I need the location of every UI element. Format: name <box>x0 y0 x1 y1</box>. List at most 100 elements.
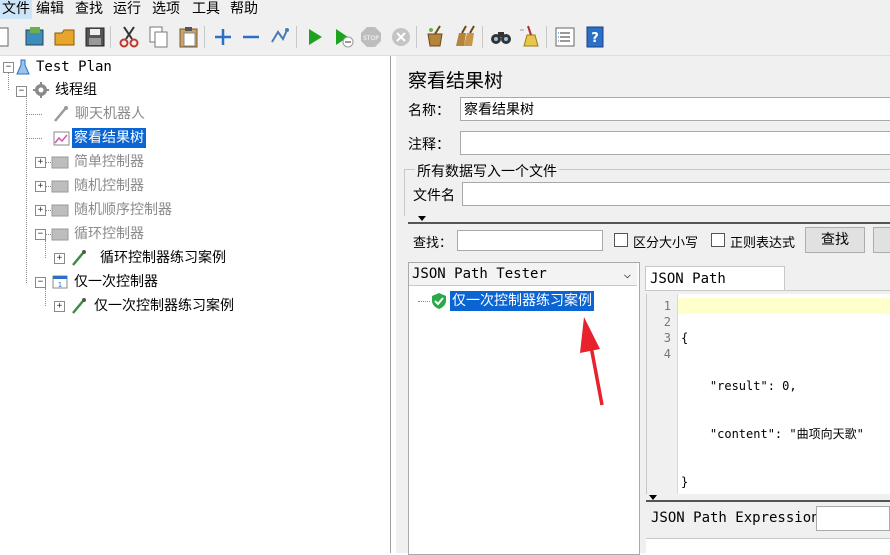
tree-node-view-results-tree[interactable]: 察看结果树 <box>72 128 146 148</box>
tab-json-path-tester[interactable]: JSON Path Tester <box>645 266 785 311</box>
sampler-pipette-icon <box>70 249 88 267</box>
menu-help[interactable]: 帮助 <box>228 0 260 19</box>
save-icon[interactable] <box>82 24 108 50</box>
name-field[interactable]: 察看结果树 <box>460 97 890 121</box>
menu-options[interactable]: 选项 <box>150 0 182 19</box>
menu-bar: 文件 编辑 查找 运行 选项 工具 帮助 <box>0 0 890 19</box>
regex-checkbox[interactable] <box>711 233 725 247</box>
filename-field[interactable] <box>462 182 890 206</box>
expand-toggle[interactable]: + <box>35 181 46 192</box>
menu-file[interactable]: 文件 <box>0 0 32 19</box>
annotation-arrow <box>580 317 604 406</box>
expand-toggle[interactable]: + <box>54 253 65 264</box>
chevron-down-icon: ⌵ <box>623 267 631 281</box>
controller-icon <box>51 225 69 243</box>
reset-button[interactable] <box>873 227 890 253</box>
test-plan-icon <box>14 58 32 76</box>
vertical-splitter[interactable] <box>640 262 644 553</box>
comment-field[interactable] <box>460 131 890 155</box>
expression-input[interactable] <box>816 506 890 531</box>
result-output-area <box>646 538 890 554</box>
search-label: 查找： <box>413 236 453 251</box>
collapse-toggle[interactable]: − <box>35 229 46 240</box>
svg-text:1: 1 <box>58 281 62 289</box>
line-number: 2 <box>663 315 671 329</box>
clear-all-icon[interactable] <box>452 24 478 50</box>
split-divider[interactable] <box>408 222 890 224</box>
sampler-pipette-icon <box>52 105 70 123</box>
expand-toggle[interactable]: + <box>35 157 46 168</box>
inner-split-divider[interactable] <box>646 500 890 502</box>
svg-text:STOP: STOP <box>363 35 379 42</box>
tree-node-loop-controller[interactable]: 循环控制器 <box>72 224 146 244</box>
help-icon[interactable]: ? <box>582 24 608 50</box>
controller-icon <box>51 201 69 219</box>
copy-icon[interactable] <box>146 24 172 50</box>
paste-icon[interactable] <box>176 24 202 50</box>
menu-edit[interactable]: 编辑 <box>34 0 66 19</box>
start-no-pauses-icon[interactable] <box>330 24 356 50</box>
controller-icon <box>51 153 69 171</box>
collapse-icon[interactable] <box>238 24 264 50</box>
toggle-icon[interactable] <box>266 24 292 50</box>
tree-node-random-order-controller[interactable]: 随机顺序控制器 <box>72 200 174 220</box>
menu-search[interactable]: 查找 <box>73 0 105 19</box>
code-line: { <box>681 331 689 345</box>
tree-node-once-controller[interactable]: 仅一次控制器 <box>72 272 160 292</box>
menu-tools[interactable]: 工具 <box>190 0 222 19</box>
sampler-pipette-icon <box>70 297 88 315</box>
expand-toggle[interactable]: + <box>35 205 46 216</box>
search-icon[interactable] <box>488 24 514 50</box>
menu-run[interactable]: 运行 <box>111 0 143 19</box>
expand-toggle[interactable]: + <box>54 301 65 312</box>
regex-label: 正则表达式 <box>730 236 796 251</box>
svg-text:?: ? <box>591 31 599 46</box>
tree-node-random-controller[interactable]: 随机控制器 <box>72 176 146 196</box>
function-helper-icon[interactable] <box>552 24 578 50</box>
controller-icon <box>51 177 69 195</box>
code-line: "result": 0, <box>681 379 797 393</box>
new-icon[interactable] <box>0 24 14 50</box>
expand-icon[interactable] <box>210 24 236 50</box>
tree-node-chatbot[interactable]: 聊天机器人 <box>73 104 147 124</box>
case-sensitive-label: 区分大小写 <box>633 236 699 251</box>
clear-icon[interactable] <box>422 24 448 50</box>
collapse-toggle[interactable]: − <box>3 62 14 73</box>
tree-node-thread-group[interactable]: 线程组 <box>53 80 99 100</box>
case-sensitive-checkbox[interactable] <box>614 233 628 247</box>
comment-label: 注释： <box>408 137 450 153</box>
templates-icon[interactable] <box>22 24 48 50</box>
tree-node-once-case[interactable]: 仅一次控制器练习案例 <box>92 296 236 316</box>
start-icon[interactable] <box>302 24 328 50</box>
cut-icon[interactable] <box>116 24 142 50</box>
test-plan-tree: − Test Plan − 线程组 聊天机器人 察看结果树 + 简单控制器 + … <box>0 56 391 553</box>
collapse-toggle[interactable]: − <box>16 86 27 97</box>
line-number: 1 <box>663 299 671 313</box>
gear-icon <box>32 81 50 99</box>
search-button[interactable]: 查找 <box>805 227 865 253</box>
success-shield-icon <box>430 292 448 310</box>
json-response-viewer[interactable]: 1 2 3 4 { "result": 0, "content": "曲项向天歌… <box>646 294 890 494</box>
results-tree-panel: 察看结果树 名称： 察看结果树 注释： 所有数据写入一个文件 文件名 查找： 区… <box>396 56 890 555</box>
expression-label: JSON Path Expression <box>651 510 820 526</box>
tree-node-test-plan[interactable]: Test Plan <box>34 57 114 77</box>
stop-icon[interactable]: STOP <box>358 24 384 50</box>
filename-label: 文件名 <box>413 188 455 204</box>
panel-title: 察看结果树 <box>408 70 504 92</box>
code-line: "content": "曲项向天歌" <box>681 427 864 441</box>
tree-node-loop-case[interactable]: 循环控制器练习案例 <box>98 248 228 268</box>
line-number: 4 <box>663 347 671 361</box>
reset-search-icon[interactable] <box>516 24 542 50</box>
file-section-title: 所有数据写入一个文件 <box>415 161 559 181</box>
code-line: } <box>681 475 689 489</box>
shutdown-icon[interactable] <box>388 24 414 50</box>
name-label: 名称： <box>408 103 450 119</box>
collapse-toggle[interactable]: − <box>35 277 46 288</box>
search-input[interactable] <box>457 230 603 251</box>
once-controller-icon: 1 <box>51 273 69 291</box>
renderer-select-value: JSON Path Tester <box>412 266 547 282</box>
renderer-select[interactable]: JSON Path Tester ⌵ <box>409 263 637 286</box>
open-icon[interactable] <box>52 24 78 50</box>
result-item[interactable]: 仅一次控制器练习案例 <box>450 291 594 311</box>
tree-node-simple-controller[interactable]: 简单控制器 <box>72 152 146 172</box>
